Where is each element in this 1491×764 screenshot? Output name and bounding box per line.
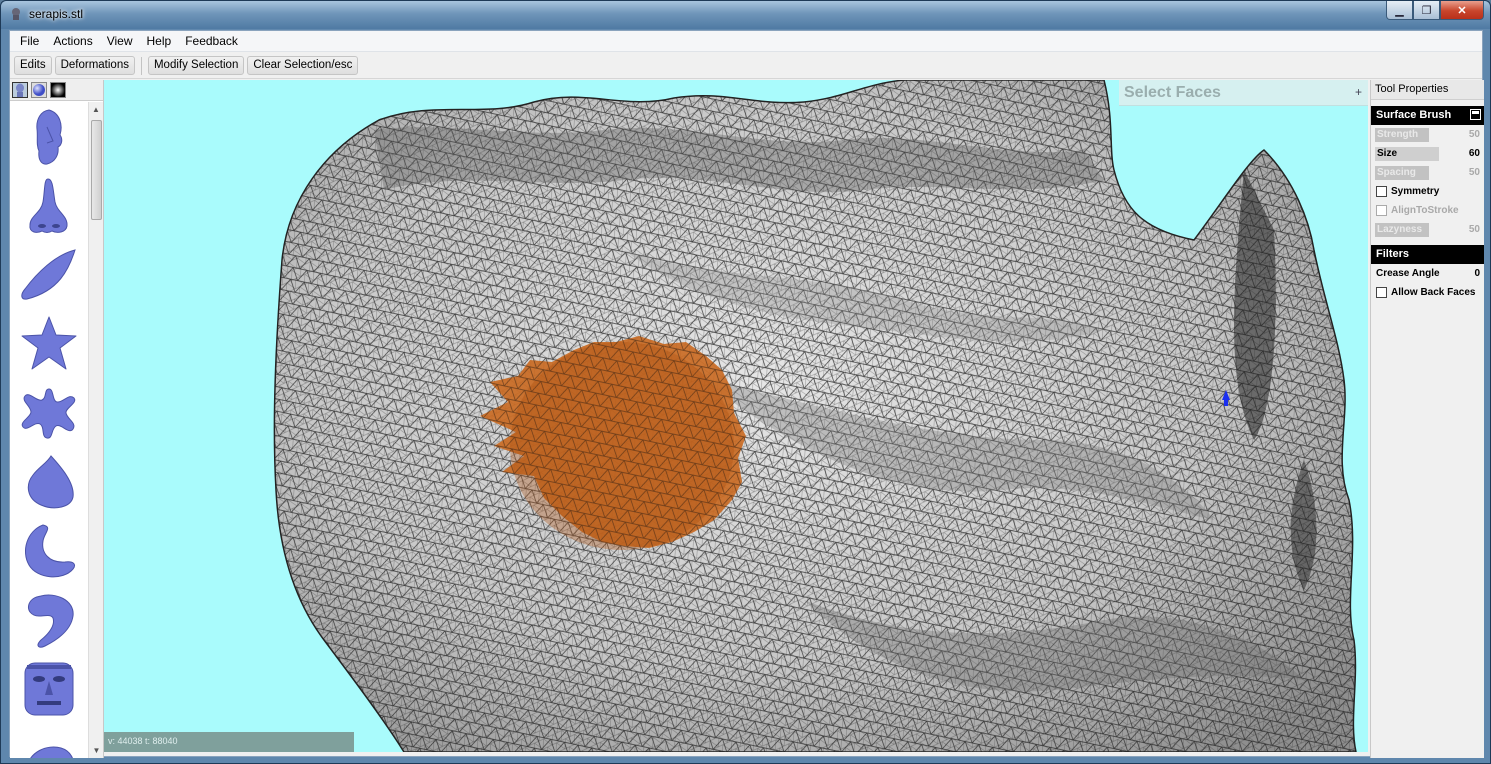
menu-file[interactable]: File (13, 31, 46, 51)
size-value: 60 (1468, 148, 1480, 159)
symmetry-label: Symmetry (1391, 186, 1440, 197)
maximize-button[interactable]: ❐ (1413, 1, 1440, 20)
crease-angle-value[interactable]: 0 (1474, 267, 1480, 281)
minimize-icon: ▁ (1395, 4, 1404, 17)
symmetry-row: Symmetry (1371, 182, 1484, 201)
align-to-stroke-row: AlignToStroke (1371, 201, 1484, 220)
collapse-icon[interactable] (1470, 109, 1481, 120)
expand-tool-button[interactable]: + (1355, 85, 1362, 99)
palette-scroll-thumb[interactable] (91, 120, 102, 220)
modify-selection-button[interactable]: Modify Selection (147, 56, 245, 75)
shape-palette (10, 102, 88, 758)
lazyness-slider[interactable]: Lazyness (1375, 223, 1429, 237)
restore-icon: ❐ (1421, 4, 1432, 17)
sphere-tab-icon[interactable] (31, 82, 47, 98)
filters-title: Filters (1376, 248, 1410, 260)
client-area: File Actions View Help Feedback Edits De… (9, 30, 1484, 758)
hook-shape-icon[interactable] (10, 585, 88, 654)
minimize-button[interactable]: ▁ (1386, 1, 1413, 20)
deformations-button[interactable]: Deformations (54, 56, 135, 75)
filters-section[interactable]: Filters (1371, 245, 1484, 264)
menu-view[interactable]: View (100, 31, 140, 51)
blob-shape-icon[interactable] (10, 723, 88, 758)
scroll-up-icon[interactable]: ▲ (89, 102, 103, 117)
menu-feedback[interactable]: Feedback (178, 31, 245, 51)
menu-actions[interactable]: Actions (46, 31, 99, 51)
face-shape-icon[interactable] (10, 102, 88, 171)
leaf-shape-icon[interactable] (10, 240, 88, 309)
palette-scrollbar[interactable]: ▲ ▼ (88, 102, 103, 758)
shape-palette-panel: ▲ ▼ (10, 80, 104, 758)
align-to-stroke-checkbox[interactable] (1376, 205, 1387, 216)
spacing-slider[interactable]: Spacing (1375, 166, 1429, 180)
lazyness-row: Lazyness 50 (1371, 220, 1484, 239)
strength-slider[interactable]: Strength (1375, 128, 1429, 142)
close-button[interactable]: ✕ (1440, 1, 1484, 20)
allow-back-faces-row: Allow Back Faces (1371, 283, 1484, 302)
texture-tab-icon[interactable] (50, 82, 66, 98)
tool-properties-panel: Tool Properties Surface Brush Strength 5… (1370, 80, 1484, 758)
mesh-stats: v: 44038 t: 88040 (104, 732, 354, 752)
mask-shape-icon[interactable] (10, 654, 88, 723)
symmetry-checkbox[interactable] (1376, 186, 1387, 197)
title-bar[interactable]: serapis.stl ▁ ❐ ✕ (1, 1, 1490, 29)
size-row: Size 60 (1371, 144, 1484, 163)
close-icon: ✕ (1457, 4, 1467, 17)
vertex-triangle-count: v: 44038 t: 88040 (108, 736, 178, 746)
star-shape-icon[interactable] (10, 309, 88, 378)
align-to-stroke-label: AlignToStroke (1391, 205, 1459, 216)
bean-shape-icon[interactable] (10, 516, 88, 585)
edits-button[interactable]: Edits (14, 56, 52, 75)
surface-brush-section[interactable]: Surface Brush (1371, 106, 1484, 125)
mesh-render[interactable] (104, 80, 1368, 752)
nose-shape-icon[interactable] (10, 171, 88, 240)
properties-header: Tool Properties (1371, 80, 1484, 100)
3d-viewport[interactable]: Select Faces + v: 44038 t: 88040 (104, 80, 1368, 752)
cone-shape-icon[interactable] (10, 447, 88, 516)
crease-angle-label: Crease Angle (1376, 268, 1440, 279)
crease-angle-row: Crease Angle 0 (1371, 264, 1484, 283)
size-slider[interactable]: Size (1375, 147, 1439, 161)
lazyness-value: 50 (1468, 224, 1480, 235)
clear-selection-button[interactable]: Clear Selection/esc (247, 56, 359, 75)
tool-title: Select Faces (1124, 84, 1221, 101)
tool-banner: Select Faces + (1119, 80, 1368, 106)
app-window: serapis.stl ▁ ❐ ✕ File Actions View Help… (0, 0, 1491, 764)
spacing-value: 50 (1468, 167, 1480, 178)
surface-brush-title: Surface Brush (1376, 109, 1452, 121)
spacing-row: Spacing 50 (1371, 163, 1484, 182)
app-icon (12, 8, 20, 20)
allow-back-faces-checkbox[interactable] (1376, 287, 1387, 298)
window-title: serapis.stl (29, 7, 84, 21)
splat-shape-icon[interactable] (10, 378, 88, 447)
strength-value: 50 (1468, 129, 1480, 140)
toolbar: Edits Deformations Modify Selection Clea… (10, 53, 1482, 79)
toolbar-separator (140, 56, 142, 75)
scroll-down-icon[interactable]: ▼ (89, 743, 104, 758)
strength-row: Strength 50 (1371, 125, 1484, 144)
palette-tabs (10, 80, 103, 101)
menu-bar: File Actions View Help Feedback (10, 31, 1482, 52)
menu-help[interactable]: Help (140, 31, 179, 51)
head-tab-icon[interactable] (12, 82, 28, 98)
allow-back-faces-label: Allow Back Faces (1391, 287, 1476, 298)
